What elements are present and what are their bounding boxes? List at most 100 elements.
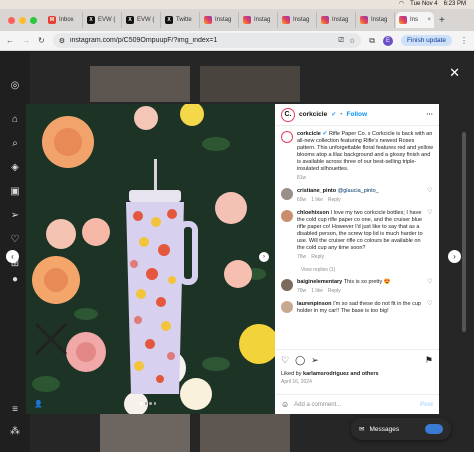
menubar-date[interactable]: Tue Nov 4 [410, 0, 437, 9]
messages-pill[interactable]: ✉ Messages [351, 418, 451, 440]
comment-like-heart-icon[interactable]: ♡ [427, 279, 433, 295]
x-icon: X [165, 16, 173, 24]
comment-username[interactable]: chloehixson [297, 210, 329, 216]
zoom-window-button[interactable] [30, 16, 37, 24]
previous-post-arrow[interactable]: ‹ [6, 250, 19, 263]
reload-icon[interactable]: ↻ [38, 36, 45, 45]
address-bar[interactable]: ⚙ instagram.com/p/C509OmpuupF/?img_index… [52, 33, 362, 48]
post-image[interactable]: 👤 [26, 104, 275, 414]
comment-reply[interactable]: Reply [328, 197, 341, 203]
browser-tab[interactable]: X EVW ( [84, 12, 122, 28]
instagram-icon [360, 16, 368, 24]
likes-summary: Liked by karlamsrodriguez and others [281, 371, 433, 377]
liked-by-user[interactable]: karlamsrodriguez [303, 371, 349, 377]
tag-person-icon[interactable]: 👤 [34, 400, 43, 408]
browser-tab[interactable]: Instag [357, 12, 395, 28]
close-tab-icon[interactable]: × [427, 17, 431, 23]
browser-tab[interactable]: Ins × [396, 12, 434, 28]
meta-threads-icon[interactable]: ⁂ [9, 426, 21, 438]
browser-tab[interactable]: Instag [318, 12, 356, 28]
tab-label: Instag [293, 17, 310, 23]
next-post-arrow[interactable]: › [448, 250, 461, 263]
extensions-icon[interactable]: ⧉ [369, 36, 375, 46]
forward-icon[interactable]: → [22, 36, 30, 45]
follow-button[interactable]: Follow [347, 111, 368, 118]
share-icon[interactable]: ➢ [311, 355, 319, 366]
profile-icon[interactable]: ● [9, 274, 21, 286]
emoji-icon[interactable]: ☺ [281, 400, 289, 409]
tumbler-flowers-photo [26, 104, 275, 414]
wifi-icon[interactable]: ◠ [399, 0, 404, 9]
comment-reply[interactable]: Reply [328, 288, 341, 294]
tab-label: Instag [215, 17, 232, 23]
menubar-time[interactable]: 6:23 PM [444, 0, 466, 9]
comment-username[interactable]: cristiane_pinto [297, 188, 336, 194]
bookmark-star-icon[interactable]: ☆ [349, 37, 355, 45]
search-icon[interactable]: ⌕ [9, 138, 21, 150]
browser-tab[interactable]: X Twitte [162, 12, 200, 28]
avatar[interactable] [281, 131, 293, 143]
comment-like-heart-icon[interactable]: ♡ [427, 188, 433, 204]
tab-label: Inbox [59, 17, 74, 23]
browser-tab[interactable]: Instag [240, 12, 278, 28]
comment-like-heart-icon[interactable]: ♡ [427, 301, 433, 315]
more-options-icon[interactable]: ··· [427, 111, 434, 118]
avatar[interactable] [281, 301, 293, 313]
url-text[interactable]: instagram.com/p/C509OmpuupF/?img_index=1 [70, 37, 333, 44]
caption: corkcicle ✔ Rifle Paper Co. x Corkcicle … [281, 131, 433, 182]
close-icon[interactable]: ✕ [449, 66, 460, 79]
site-info-icon[interactable]: ⚙ [59, 37, 65, 45]
finish-update-button[interactable]: Finish update [400, 35, 452, 46]
browser-menu-icon[interactable]: ⋮ [460, 36, 468, 45]
post-username[interactable]: corkcicle [299, 111, 327, 118]
browser-tab[interactable]: M Inbox [45, 12, 83, 28]
caption-username[interactable]: corkcicle [297, 131, 321, 137]
comment-likes[interactable]: 1 like [311, 288, 323, 294]
reels-icon[interactable]: ▣ [9, 186, 21, 198]
browser-tab[interactable]: X EVW ( [123, 12, 161, 28]
comment-reply[interactable]: Reply [311, 254, 324, 260]
like-heart-icon[interactable]: ♡ [281, 355, 289, 366]
save-bookmark-icon[interactable]: ⚑ [425, 355, 433, 366]
x-icon: X [87, 16, 95, 24]
comment-username[interactable]: laurenpinson [297, 301, 332, 307]
comment-username[interactable]: baiginelementary [297, 279, 342, 285]
browser-tab[interactable]: Instag [201, 12, 239, 28]
next-image-arrow[interactable]: › [259, 252, 269, 262]
corkcicle-avatar[interactable]: C. [281, 107, 295, 122]
instagram-icon [399, 16, 407, 24]
avatar[interactable] [281, 188, 293, 200]
comment-likes[interactable]: 1 like [311, 197, 323, 203]
home-icon[interactable]: ⌂ [9, 114, 21, 126]
tab-label: EVW ( [98, 17, 116, 23]
profile-avatar[interactable]: E [382, 35, 393, 46]
view-replies-link[interactable]: View replies (1) [301, 267, 433, 273]
scrollbar[interactable] [462, 132, 466, 332]
back-icon[interactable]: ← [6, 36, 14, 45]
avatar[interactable] [281, 210, 293, 222]
browser-tab[interactable]: Instag [279, 12, 317, 28]
add-comment-input[interactable]: Add a comment... [294, 402, 341, 408]
liked-by-others[interactable]: and others [350, 371, 378, 377]
carousel-dot [153, 402, 156, 405]
post-date: April 16, 2024 [281, 379, 312, 385]
comment-text: I love my two corkcicle bottles; I have … [297, 210, 423, 251]
notifications-heart-icon[interactable]: ♡ [9, 234, 21, 246]
messenger-icon: ✉ [359, 426, 365, 433]
minimize-window-button[interactable] [19, 16, 26, 24]
messages-label: Messages [369, 425, 400, 433]
avatar[interactable] [281, 279, 293, 291]
explore-icon[interactable]: ◈ [9, 162, 21, 174]
comment-mention[interactable]: @glaucia_pinto_ [338, 188, 379, 194]
comment-icon[interactable]: ◯ [295, 355, 305, 366]
background-post-thumbnail [100, 412, 190, 452]
comment-like-heart-icon[interactable]: ♡ [427, 210, 433, 261]
liked-by-label: Liked by [281, 371, 302, 377]
instagram-logo-icon[interactable]: ◎ [9, 80, 21, 92]
post-comment-button[interactable]: Post [420, 402, 433, 408]
close-window-button[interactable] [8, 16, 15, 24]
messages-icon[interactable]: ➢ [9, 210, 21, 222]
install-icon[interactable]: ⎚ [338, 37, 344, 45]
new-tab-button[interactable]: + [439, 15, 445, 26]
more-menu-icon[interactable]: ≡ [9, 404, 21, 416]
